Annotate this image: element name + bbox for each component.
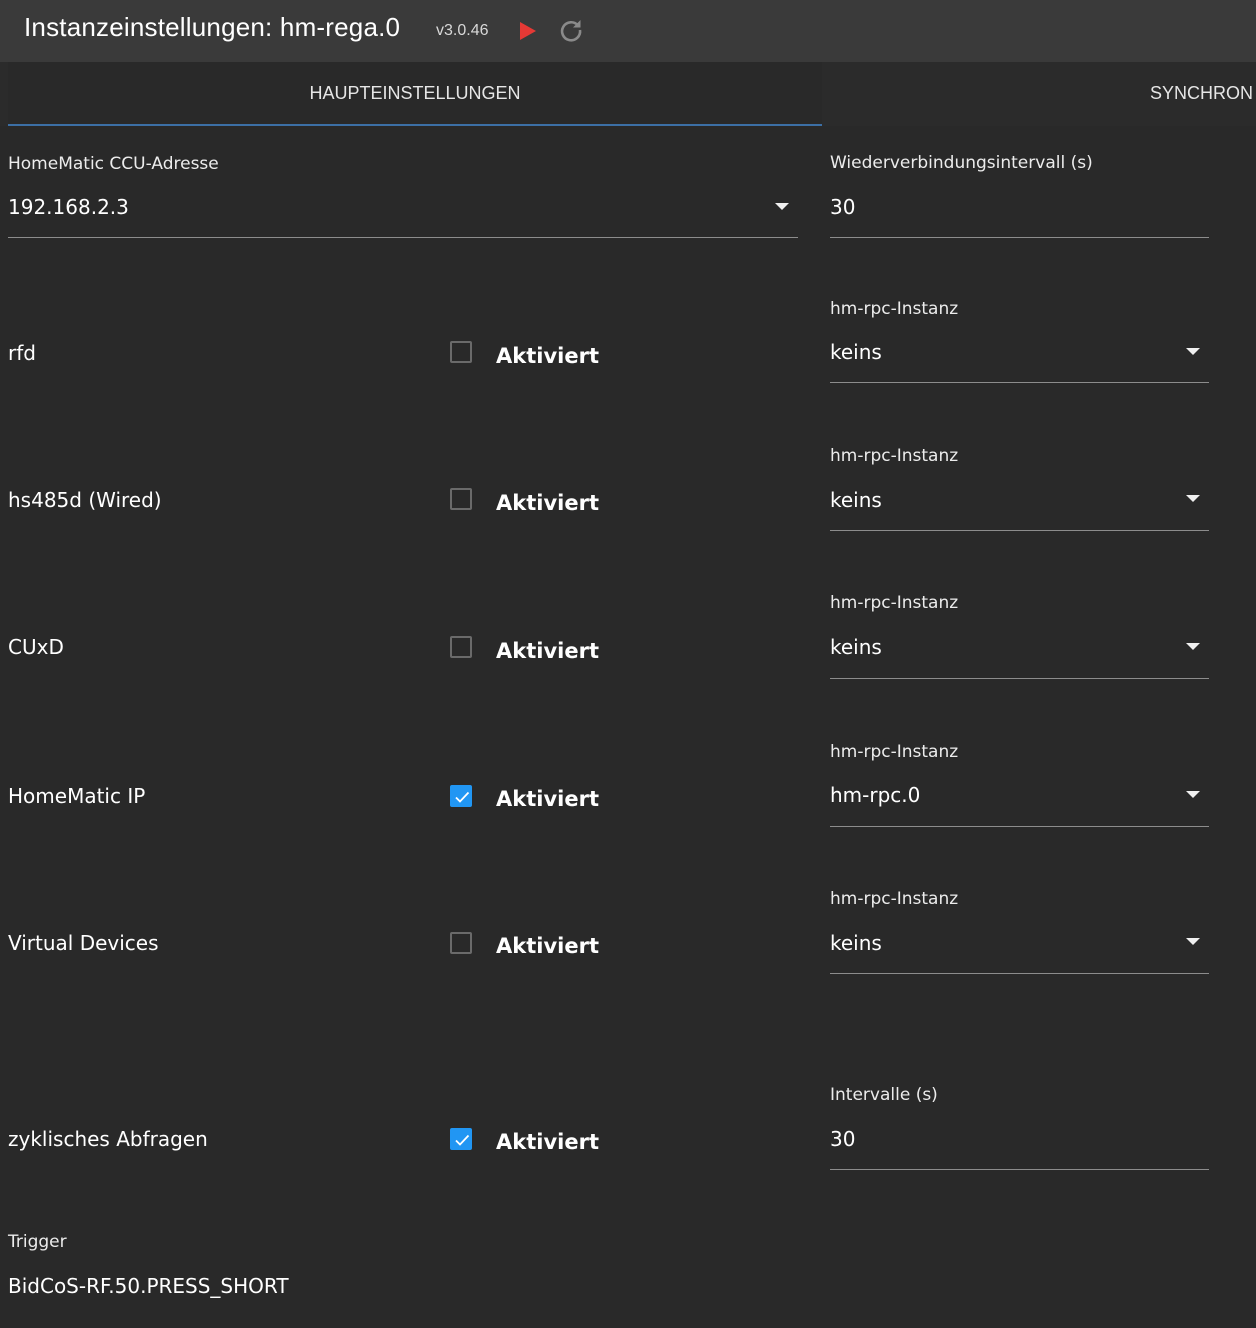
instance-label-virtual-devices: hm-rpc-Instanz: [830, 889, 959, 909]
row-label-hs485d: hs485d (Wired): [8, 488, 162, 512]
row-label-homematic-ip: HomeMatic IP: [8, 784, 146, 808]
polling-interval-underline: [830, 1169, 1209, 1170]
instance-select-hs485d[interactable]: keins: [830, 481, 1209, 531]
reconnect-interval-input[interactable]: 30: [830, 188, 1209, 238]
chevron-down-icon: [1186, 938, 1200, 945]
instance-select-virtual-devices[interactable]: keins: [830, 924, 1209, 974]
ccu-address-value: 192.168.2.3: [8, 195, 129, 219]
row-label-virtual-devices: Virtual Devices: [8, 931, 159, 955]
ccu-address-underline: [8, 237, 798, 238]
row-label-cuxd: CUxD: [8, 635, 64, 659]
row-label-polling: zyklisches Abfragen: [8, 1127, 208, 1151]
tab-bar: HAUPTEINSTELLUNGEN SYNCHRON: [0, 62, 1256, 126]
checkbox-polling[interactable]: [450, 1128, 472, 1150]
checkbox-rfd[interactable]: [450, 341, 472, 363]
chevron-down-icon: [1186, 495, 1200, 502]
chevron-down-icon: [1186, 643, 1200, 650]
play-icon[interactable]: [518, 20, 538, 42]
checkbox-homematic-ip[interactable]: [450, 785, 472, 807]
checkbox-label-cuxd: Aktiviert: [496, 639, 599, 663]
row-label-rfd: rfd: [8, 341, 36, 365]
instance-value-virtual-devices: keins: [830, 931, 882, 955]
checkbox-cuxd[interactable]: [450, 636, 472, 658]
instance-select-homematic-ip[interactable]: hm-rpc.0: [830, 776, 1209, 827]
instance-underline-homematic-ip: [830, 826, 1209, 827]
checkbox-label-rfd: Aktiviert: [496, 344, 599, 368]
instance-label-hs485d: hm-rpc-Instanz: [830, 446, 959, 466]
chevron-down-icon: [1186, 348, 1200, 355]
instance-value-cuxd: keins: [830, 635, 882, 659]
instance-underline-hs485d: [830, 530, 1209, 531]
instance-select-rfd[interactable]: keins: [830, 333, 1209, 383]
instance-label-rfd: hm-rpc-Instanz: [830, 299, 959, 319]
reload-icon[interactable]: [558, 17, 584, 43]
checkmark-icon: [455, 1134, 470, 1146]
checkbox-virtual-devices[interactable]: [450, 932, 472, 954]
polling-interval-value: 30: [830, 1127, 856, 1151]
instance-select-cuxd[interactable]: keins: [830, 628, 1209, 679]
checkmark-icon: [455, 791, 470, 803]
instance-value-rfd: keins: [830, 340, 882, 364]
version-label: v3.0.46: [436, 22, 489, 39]
instance-underline-virtual-devices: [830, 973, 1209, 974]
tab-synchron[interactable]: SYNCHRON: [1150, 62, 1256, 124]
chevron-down-icon: [1186, 791, 1200, 798]
ccu-address-label: HomeMatic CCU-Adresse: [8, 154, 219, 174]
instance-label-homematic-ip: hm-rpc-Instanz: [830, 742, 959, 762]
polling-interval-input[interactable]: 30: [830, 1120, 1209, 1170]
instance-value-homematic-ip: hm-rpc.0: [830, 783, 921, 807]
reconnect-interval-underline: [830, 237, 1209, 238]
checkbox-label-virtual-devices: Aktiviert: [496, 934, 599, 958]
instance-label-cuxd: hm-rpc-Instanz: [830, 593, 959, 613]
title-bar: Instanzeinstellungen: hm-rega.0 v3.0.46: [0, 0, 1256, 62]
checkbox-hs485d[interactable]: [450, 488, 472, 510]
instance-value-hs485d: keins: [830, 488, 882, 512]
trigger-label: Trigger: [8, 1232, 67, 1252]
instance-underline-cuxd: [830, 678, 1209, 679]
tab-main-settings[interactable]: HAUPTEINSTELLUNGEN: [8, 62, 822, 126]
checkbox-label-homematic-ip: Aktiviert: [496, 787, 599, 811]
ccu-address-select[interactable]: 192.168.2.3: [8, 188, 798, 238]
reconnect-interval-label: Wiederverbindungsintervall (s): [830, 153, 1093, 173]
reconnect-interval-value: 30: [830, 195, 856, 219]
trigger-input[interactable]: BidCoS-RF.50.PRESS_SHORT: [8, 1267, 798, 1307]
checkbox-label-polling: Aktiviert: [496, 1130, 599, 1154]
trigger-value: BidCoS-RF.50.PRESS_SHORT: [8, 1274, 289, 1298]
page-title: Instanzeinstellungen: hm-rega.0: [24, 12, 401, 42]
checkbox-label-hs485d: Aktiviert: [496, 491, 599, 515]
chevron-down-icon: [775, 203, 789, 210]
polling-interval-label: Intervalle (s): [830, 1085, 938, 1105]
instance-underline-rfd: [830, 382, 1209, 383]
